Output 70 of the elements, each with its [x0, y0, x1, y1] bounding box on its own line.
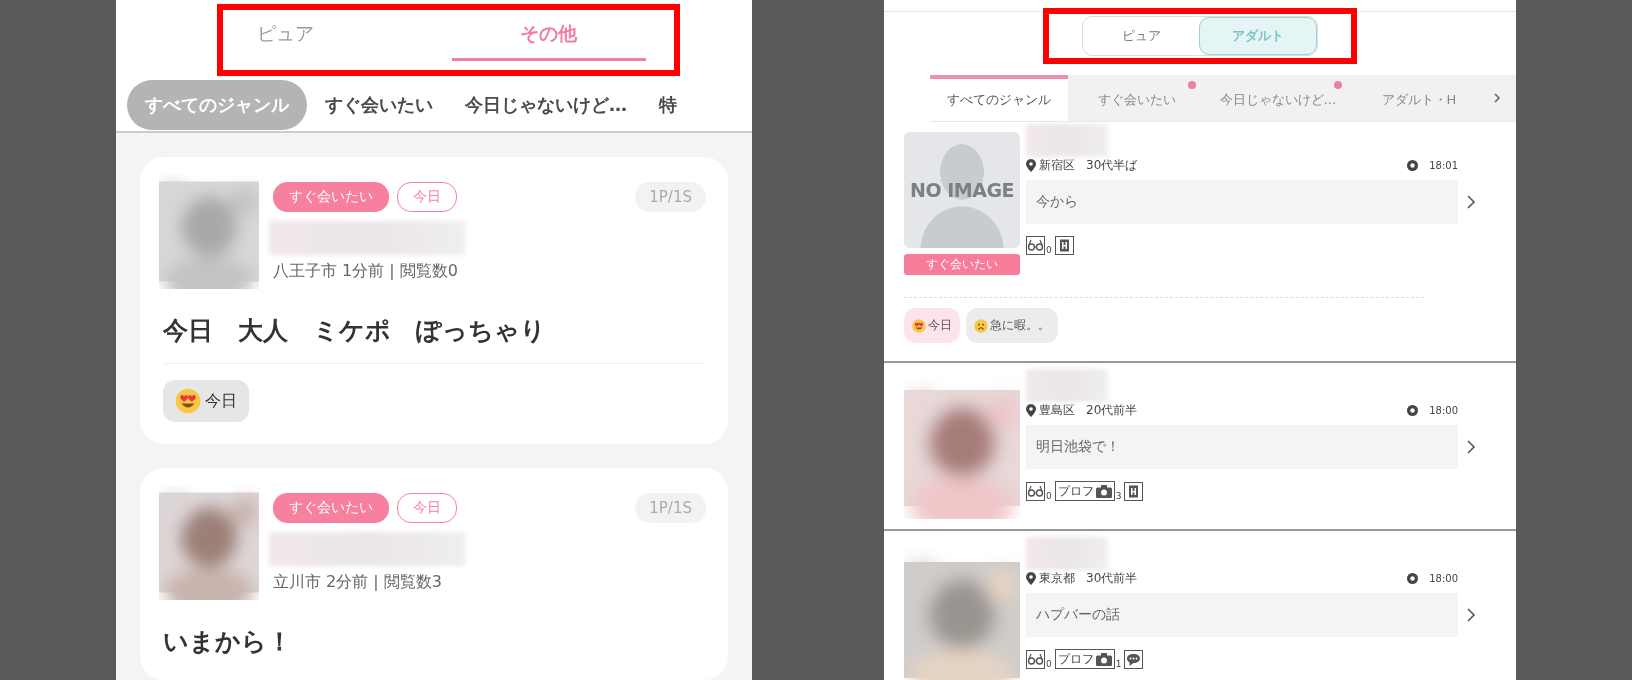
- clock-icon: [1407, 405, 1419, 416]
- genre-tag: すぐ会いたい: [273, 182, 389, 212]
- age-text: 20代前半: [1086, 402, 1138, 419]
- view-count: 0: [1046, 245, 1052, 255]
- genre-tag: 今日: [397, 493, 457, 523]
- reaction-chip[interactable]: 今日: [163, 380, 249, 422]
- building-icon: [1124, 482, 1144, 501]
- clock-icon: [1407, 573, 1419, 584]
- profile-label: プロフ: [1057, 650, 1094, 668]
- sad-face-icon: [974, 318, 988, 333]
- pace-badge: 1P/1S: [635, 493, 706, 523]
- glasses-icon: [1026, 236, 1045, 255]
- post-meta: 立川市 2分前 | 閲覧数3: [273, 572, 443, 593]
- photo-count: 3: [1115, 491, 1122, 501]
- post-title: いまから！: [163, 626, 293, 658]
- new-dot: [1334, 81, 1342, 89]
- post-time: 18:00: [1429, 405, 1458, 416]
- age-text: 30代半ば: [1086, 157, 1138, 174]
- heart-eyes-face-icon: [912, 318, 926, 333]
- heart-eyes-face-icon: [175, 388, 201, 414]
- photo-count: 1: [1115, 659, 1122, 669]
- genre-tab[interactable]: すべてのジャンル: [930, 75, 1068, 121]
- mode-tab[interactable]: ピュア: [1083, 17, 1199, 55]
- reaction-label: 急に暇。。: [990, 317, 1050, 334]
- reaction-chip[interactable]: 今日: [904, 308, 960, 343]
- new-dot: [1188, 81, 1196, 89]
- chevron-right-icon: [1466, 194, 1476, 210]
- status-label: すぐ会いたい: [904, 254, 1020, 275]
- chevron-right-icon: [1492, 91, 1502, 105]
- message-text: 明日池袋で！: [1026, 425, 1458, 469]
- chevron-right-icon: [1466, 439, 1476, 455]
- location-pin-icon: [1026, 404, 1036, 417]
- reaction-chip[interactable]: 急に暇。。: [966, 308, 1058, 343]
- genre-tag: すぐ会いたい: [273, 493, 389, 523]
- profile-label: プロフ: [1057, 482, 1094, 500]
- view-count: 0: [1046, 659, 1052, 669]
- area-text: 豊島区: [1039, 402, 1075, 419]
- chat-icon: [1124, 650, 1144, 669]
- genre-tab[interactable]: 今日じゃないけど…: [1206, 75, 1350, 121]
- clock-icon: [1407, 160, 1419, 171]
- post-meta: 八王子市 1分前 | 閲覧数0: [273, 261, 459, 282]
- genre-tab[interactable]: すぐ会いたい: [311, 80, 447, 130]
- view-count: 0: [1046, 491, 1052, 501]
- mode-tab[interactable]: その他: [451, 10, 646, 61]
- genre-tab[interactable]: 今日じゃないけど…: [451, 80, 641, 130]
- post-title: 今日 大人 ミケポ ぽっちゃり: [163, 315, 547, 347]
- message-text: ハプバーの話: [1026, 593, 1458, 637]
- area-text: 東京都: [1039, 570, 1075, 587]
- building-icon: [1054, 236, 1074, 255]
- age-text: 30代前半: [1086, 570, 1138, 587]
- post-time: 18:00: [1429, 573, 1458, 584]
- mode-tab[interactable]: ピュア: [241, 10, 452, 61]
- message-text: 今から: [1026, 180, 1458, 224]
- reaction-label: 今日: [205, 390, 237, 412]
- genre-tab[interactable]: 特: [645, 80, 691, 130]
- genre-tag: 今日: [397, 182, 457, 212]
- genre-tab[interactable]: アダルト・H: [1352, 75, 1486, 121]
- camera-icon: [1095, 484, 1112, 498]
- no-image-text: NO IMAGE: [910, 179, 1014, 201]
- chevron-right-icon: [1466, 607, 1476, 623]
- genre-tab[interactable]: すぐ会いたい: [1070, 75, 1204, 121]
- camera-icon: [1095, 652, 1112, 666]
- location-pin-icon: [1026, 572, 1036, 585]
- glasses-icon: [1026, 650, 1045, 669]
- reaction-label: 今日: [928, 317, 952, 334]
- glasses-icon: [1026, 482, 1045, 501]
- location-pin-icon: [1026, 159, 1036, 172]
- area-text: 新宿区: [1039, 157, 1075, 174]
- pace-badge: 1P/1S: [635, 182, 706, 212]
- post-time: 18:01: [1429, 160, 1458, 171]
